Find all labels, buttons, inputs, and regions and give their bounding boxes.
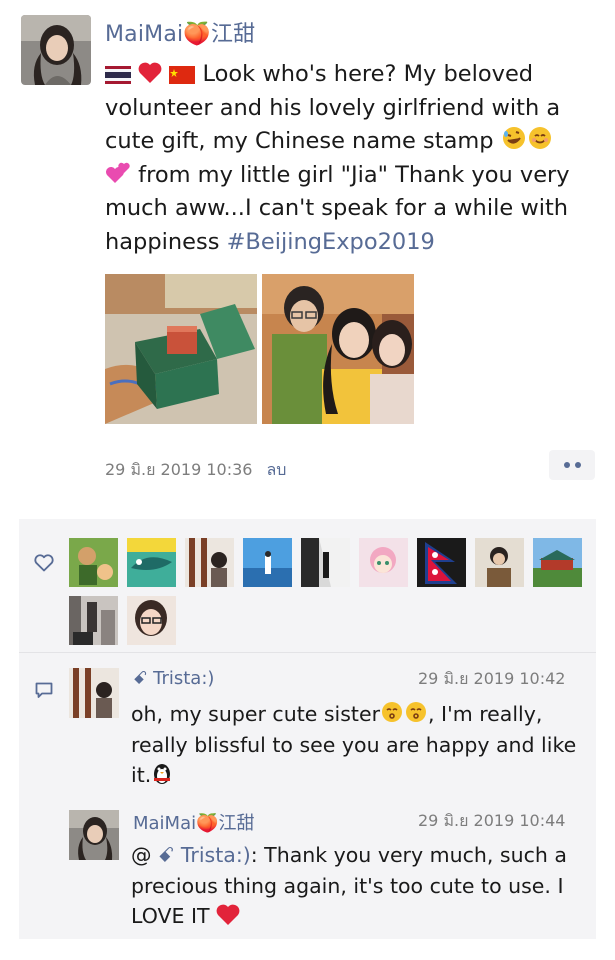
kissing-emoji-icon xyxy=(404,700,428,733)
post-text-line: Look who's here? My beloved xyxy=(195,61,534,87)
post-timestamp: 29 มิ.ย 2019 10:36 xyxy=(105,460,253,479)
comment-text-line: oh, my super cute sister xyxy=(131,702,380,726)
post-text-line: from my little girl "Jia" Thank you very xyxy=(131,161,570,188)
panel-divider xyxy=(19,652,596,653)
thailand-flag-icon xyxy=(105,61,131,95)
liker-avatar[interactable] xyxy=(127,596,176,645)
heart-outline-icon xyxy=(34,554,54,576)
liker-avatar[interactable] xyxy=(359,538,408,587)
comment-text: @ ꗃ Trista:): Thank you very much, such … xyxy=(131,840,591,932)
comment-icon xyxy=(35,682,53,703)
comment-author-name[interactable]: ꗃ Trista:) xyxy=(133,668,214,689)
author-avatar[interactable] xyxy=(21,15,91,85)
post-text-line: much aww...I can't speak for a while wit… xyxy=(105,195,569,221)
comment-timestamp: 29 มิ.ย 2019 10:42 xyxy=(418,669,566,688)
liker-avatar[interactable] xyxy=(127,538,176,587)
red-heart-icon xyxy=(138,61,162,95)
post-meta: 29 มิ.ย 2019 10:36 ลบ xyxy=(105,458,286,483)
hashtag-link[interactable]: #BeijingExpo2019 xyxy=(227,229,435,255)
liker-avatar[interactable] xyxy=(69,538,118,587)
two-hearts-icon xyxy=(105,161,131,196)
kissing-emoji-icon xyxy=(380,700,404,733)
comment-author-name[interactable]: MaiMai🍑江甜 xyxy=(133,809,255,835)
post-author-name[interactable]: MaiMai🍑江甜 xyxy=(105,16,255,48)
mention-link[interactable]: ꗃ Trista:) xyxy=(158,843,251,867)
smiling-emoji-icon xyxy=(527,125,553,162)
comment-text-line: , I'm really, xyxy=(428,702,543,726)
comment-text-line: LOVE IT xyxy=(131,904,217,928)
post-photo-gift-box[interactable] xyxy=(105,274,257,424)
comment-timestamp: 29 มิ.ย 2019 10:44 xyxy=(418,811,566,830)
more-options-button[interactable] xyxy=(549,450,595,480)
post-text-line: cute gift, my Chinese name stamp xyxy=(105,128,501,154)
liker-avatar[interactable] xyxy=(533,538,582,587)
comment-text-line: it. xyxy=(131,763,152,787)
liker-avatar[interactable] xyxy=(185,538,234,587)
post-text-line: happiness xyxy=(105,228,227,255)
delete-link[interactable]: ลบ xyxy=(266,460,286,479)
dot-icon xyxy=(563,462,570,468)
rolling-laughing-emoji-icon xyxy=(501,125,527,162)
penguin-sticker-icon xyxy=(151,761,173,794)
comment-text-line: precious thing again, it's too cute to u… xyxy=(131,873,564,898)
china-flag-icon xyxy=(169,61,196,95)
post-line-1: Look who's here? My beloved xyxy=(105,58,595,92)
comment-text-line: : Thank you very much, such a xyxy=(250,843,567,867)
comment-avatar[interactable] xyxy=(69,668,119,718)
liker-avatar[interactable] xyxy=(243,538,292,587)
comment-text: oh, my super cute sister , I'm really, re… xyxy=(131,699,591,791)
dot-icon xyxy=(574,462,581,468)
liker-avatar[interactable] xyxy=(417,538,466,587)
post-photo-selfie[interactable] xyxy=(262,274,414,424)
post-text: Look who's here? My beloved volunteer an… xyxy=(105,58,595,259)
post-text-line: volunteer and his lovely girlfriend with… xyxy=(105,94,561,121)
reply-prefix: @ xyxy=(131,843,159,867)
comment-avatar[interactable] xyxy=(69,810,119,860)
liker-avatar[interactable] xyxy=(69,596,118,645)
red-heart-icon xyxy=(216,904,240,935)
comment-text-line: really blissful to see you are happy and… xyxy=(131,732,577,757)
liker-avatar[interactable] xyxy=(301,538,350,587)
liker-avatar[interactable] xyxy=(475,538,524,587)
